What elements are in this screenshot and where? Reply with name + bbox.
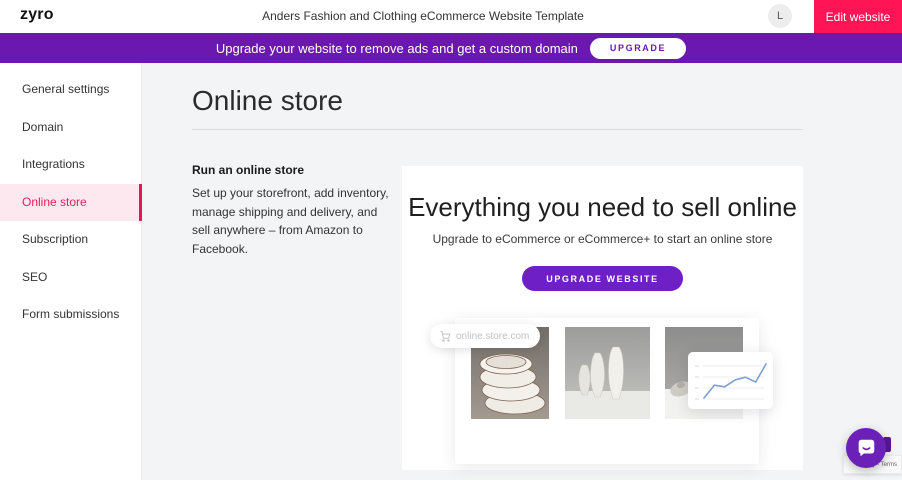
upsell-heading: Everything you need to sell online: [402, 192, 803, 223]
sidebar-item-online-store[interactable]: Online store: [0, 184, 142, 222]
sidebar-item-integrations[interactable]: Integrations: [0, 146, 142, 184]
sidebar-item-seo[interactable]: SEO: [0, 259, 142, 297]
upgrade-button[interactable]: UPGRADE: [590, 38, 686, 59]
sidebar-item-subscription[interactable]: Subscription: [0, 221, 142, 259]
page-title: Online store: [192, 85, 343, 117]
product-pitchers: [563, 327, 651, 464]
upsell-subheading: Upgrade to eCommerce or eCommerce+ to st…: [402, 232, 803, 246]
product-image-pitchers: [565, 327, 650, 419]
main-content: Online store Run an online store Set up …: [142, 63, 902, 480]
intro-column: Run an online store Set up your storefro…: [192, 163, 397, 258]
sales-chart-card: [688, 352, 773, 409]
sales-chart: [688, 352, 773, 409]
upgrade-website-button[interactable]: UPGRADE WEBSITE: [522, 266, 683, 291]
title-divider: [192, 129, 803, 130]
site-title: Anders Fashion and Clothing eCommerce We…: [0, 0, 874, 33]
intro-heading: Run an online store: [192, 163, 397, 177]
upgrade-banner: Upgrade your website to remove ads and g…: [0, 33, 902, 63]
intro-description: Set up your storefront, add inventory, m…: [192, 184, 397, 258]
sidebar-item-domain[interactable]: Domain: [0, 109, 142, 147]
settings-sidebar: General settings Domain Integrations Onl…: [0, 63, 142, 480]
top-bar: zyro Anders Fashion and Clothing eCommer…: [0, 0, 902, 33]
upgrade-banner-text: Upgrade your website to remove ads and g…: [216, 41, 578, 56]
cart-icon: [439, 330, 451, 342]
sidebar-item-general-settings[interactable]: General settings: [0, 71, 142, 109]
edit-website-button[interactable]: Edit website: [814, 0, 902, 33]
avatar[interactable]: L: [768, 4, 792, 28]
chat-bubble-icon: [855, 437, 877, 459]
chat-launcher-button[interactable]: [846, 428, 886, 468]
decor-line: [704, 364, 766, 398]
store-url-pill: online.store.com: [430, 324, 540, 348]
sidebar-item-form-submissions[interactable]: Form submissions: [0, 296, 142, 334]
store-url-text: online.store.com: [456, 331, 529, 342]
upsell-panel: Everything you need to sell online Upgra…: [402, 166, 803, 470]
